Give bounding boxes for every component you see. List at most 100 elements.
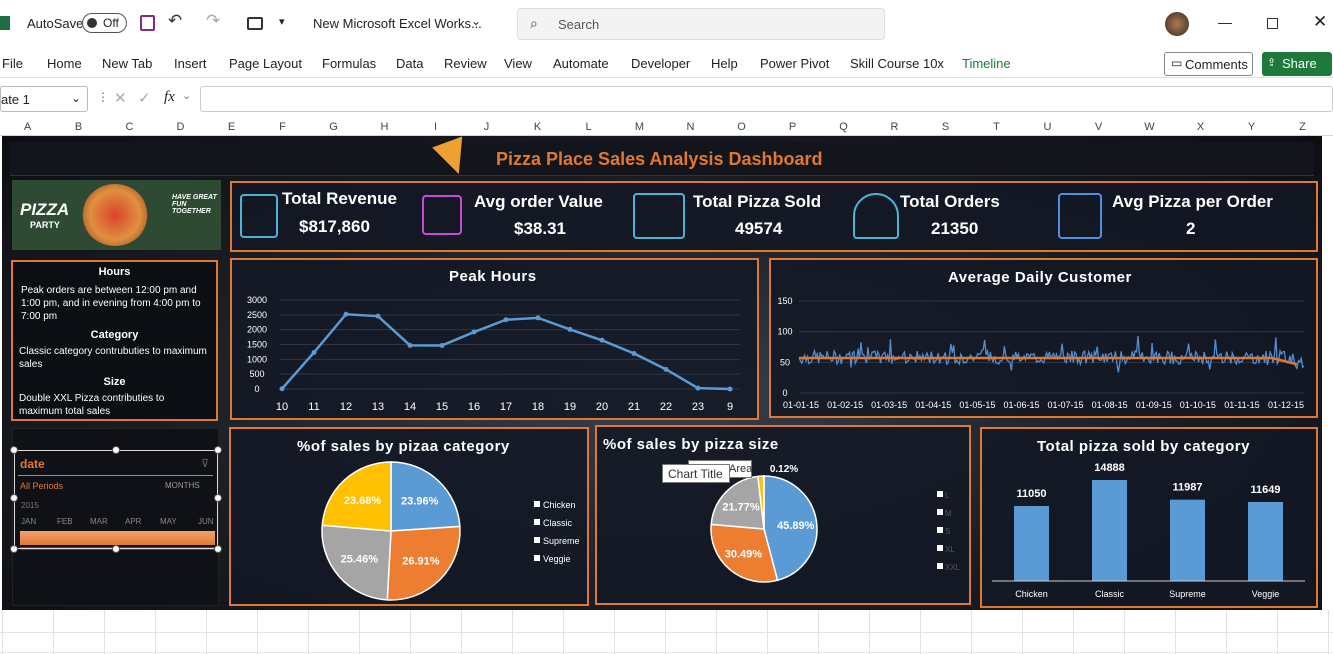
column-header-z[interactable]: Z	[1277, 121, 1328, 133]
legend-swatch	[937, 545, 943, 551]
tab-help[interactable]: Help	[711, 56, 738, 71]
column-header-m[interactable]: M	[614, 121, 665, 133]
column-header-t[interactable]: T	[971, 121, 1022, 133]
tab-new-tab[interactable]: New Tab	[102, 56, 152, 71]
column-header-d[interactable]: D	[155, 121, 206, 133]
column-header-j[interactable]: J	[461, 121, 512, 133]
order-value-icon	[422, 195, 462, 235]
bar-data-label: 14888	[1094, 462, 1125, 474]
category-pie-chart: 23.96% 26.91% 25.46% 23.68% Chicken Classic Su…	[321, 461, 580, 601]
undo-icon[interactable]: ↶	[168, 11, 182, 31]
data-point	[343, 311, 349, 317]
resize-handle[interactable]	[10, 494, 18, 502]
column-header-v[interactable]: V	[1073, 121, 1124, 133]
x-tick-label: 21	[628, 401, 640, 413]
x-tick-label: 01-01-15	[783, 400, 819, 410]
legend-label: S	[945, 527, 950, 536]
resize-handle[interactable]	[112, 545, 120, 553]
redo-icon[interactable]: ↷	[206, 11, 220, 31]
tab-review[interactable]: Review	[444, 56, 487, 71]
formula-input[interactable]	[200, 86, 1333, 112]
fx-chevron-icon[interactable]: ⌄	[182, 89, 191, 102]
column-header-c[interactable]: C	[104, 121, 155, 133]
tab-file[interactable]: File	[2, 56, 23, 71]
x-tick-label: 18	[532, 401, 544, 413]
category-pie-data-label: 23.68%	[344, 495, 382, 507]
size-pie-data-label: 45.89%	[777, 520, 815, 532]
resize-handle[interactable]	[10, 545, 18, 553]
tab-power-pivot[interactable]: Power Pivot	[760, 56, 829, 71]
maximize-icon[interactable]	[1267, 18, 1278, 29]
column-header-k[interactable]: K	[512, 121, 563, 133]
tab-home[interactable]: Home	[47, 56, 82, 71]
tab-skill-course[interactable]: Skill Course 10x	[850, 56, 944, 71]
tab-timeline[interactable]: Timeline	[962, 56, 1011, 71]
column-header-a[interactable]: A	[2, 121, 53, 133]
data-point	[535, 315, 541, 321]
tab-insert[interactable]: Insert	[174, 56, 207, 71]
resize-handle[interactable]	[112, 446, 120, 454]
column-header-f[interactable]: F	[257, 121, 308, 133]
grid-row-line	[0, 652, 1333, 653]
name-box[interactable]: ate 1 ⌄	[0, 86, 88, 112]
close-icon[interactable]: ✕	[1313, 12, 1327, 32]
x-tick-label: 01-09-15	[1136, 400, 1172, 410]
autosave-toggle[interactable]: Off	[82, 13, 127, 33]
x-tick-label: Veggie	[1252, 589, 1280, 599]
title-chevron-icon[interactable]: ⌄	[471, 14, 481, 28]
save-icon[interactable]	[140, 15, 155, 31]
selection-frame	[14, 450, 218, 549]
insert-function-icon[interactable]: fx	[164, 89, 175, 106]
column-header-x[interactable]: X	[1175, 121, 1226, 133]
pizza-image-icon	[82, 184, 148, 246]
column-header-l[interactable]: L	[563, 121, 614, 133]
cancel-icon[interactable]: ✕	[114, 89, 127, 107]
resize-handle[interactable]	[214, 545, 222, 553]
data-point	[439, 342, 445, 348]
column-header-g[interactable]: G	[308, 121, 359, 133]
tab-data[interactable]: Data	[396, 56, 423, 71]
grid-col-line	[920, 610, 921, 654]
enter-icon[interactable]: ✓	[138, 89, 151, 107]
column-header-u[interactable]: U	[1022, 121, 1073, 133]
tab-automate[interactable]: Automate	[553, 56, 609, 71]
column-header-q[interactable]: Q	[818, 121, 869, 133]
banner-tagline: HAVE GREAT FUN TOGETHER	[172, 194, 217, 215]
tab-page-layout[interactable]: Page Layout	[229, 56, 302, 71]
qat-dropdown-icon[interactable]: ▾	[279, 15, 285, 28]
search-box[interactable]: ⌕ Search	[517, 8, 885, 40]
column-header-w[interactable]: W	[1124, 121, 1175, 133]
column-header-y[interactable]: Y	[1226, 121, 1277, 133]
pizza-banner: PIZZA PARTY HAVE GREAT FUN TOGETHER	[12, 180, 221, 250]
x-tick-label: Chicken	[1015, 589, 1048, 599]
kpi-label-avg-pizza: Avg Pizza per Order	[1112, 192, 1273, 211]
size-pie-data-label: 21.77%	[722, 502, 760, 514]
tab-developer[interactable]: Developer	[631, 56, 690, 71]
column-header-p[interactable]: P	[767, 121, 818, 133]
column-header-i[interactable]: I	[410, 121, 461, 133]
comments-button[interactable]: ▭ Comments	[1164, 52, 1253, 76]
column-header-s[interactable]: S	[920, 121, 971, 133]
column-header-e[interactable]: E	[206, 121, 257, 133]
resize-handle[interactable]	[214, 494, 222, 502]
tab-formulas[interactable]: Formulas	[322, 56, 376, 71]
share-button[interactable]: ⇪ Share	[1262, 52, 1332, 76]
column-header-r[interactable]: R	[869, 121, 920, 133]
x-tick-label: 16	[468, 401, 480, 413]
column-header-n[interactable]: N	[665, 121, 716, 133]
tab-view[interactable]: View	[504, 56, 532, 71]
avatar[interactable]	[1165, 12, 1189, 36]
column-header-o[interactable]: O	[716, 121, 767, 133]
grid-col-line	[1022, 610, 1023, 654]
legend-label: Classic	[543, 518, 573, 528]
camera-icon[interactable]	[247, 17, 263, 30]
column-header-h[interactable]: H	[359, 121, 410, 133]
minimize-icon[interactable]: —	[1218, 14, 1232, 30]
y-tick-label: 100	[777, 327, 792, 337]
resize-handle[interactable]	[214, 446, 222, 454]
name-box-dropdown-icon[interactable]: ⌄	[71, 91, 81, 105]
resize-handle[interactable]	[10, 446, 18, 454]
document-title[interactable]: New Microsoft Excel Works...	[313, 16, 482, 31]
column-header-b[interactable]: B	[53, 121, 104, 133]
legend-swatch	[534, 537, 540, 543]
